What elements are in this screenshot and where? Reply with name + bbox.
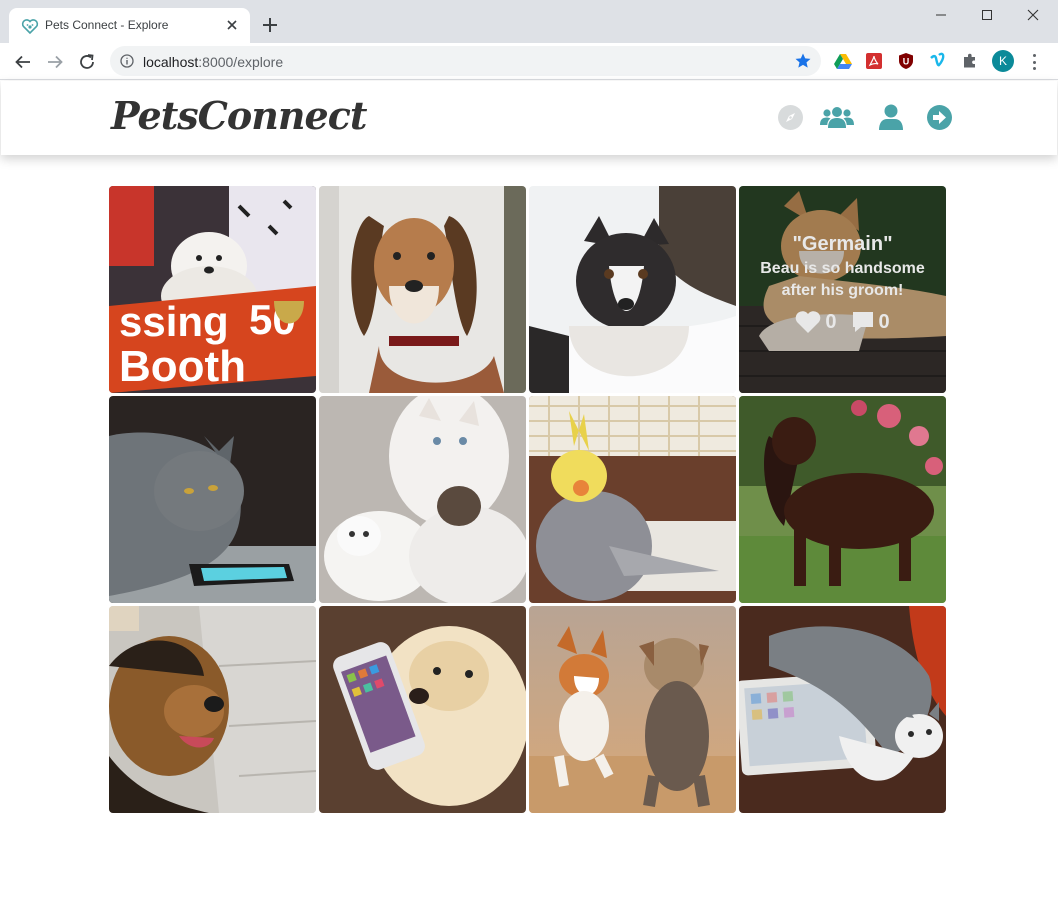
paw-heart-icon	[21, 19, 39, 35]
saluki-photo	[319, 186, 526, 393]
vimeo-extension-icon[interactable]	[928, 51, 948, 71]
post-tile[interactable]	[739, 396, 946, 603]
maximize-icon	[982, 10, 992, 20]
post-stats: 0 0	[795, 310, 890, 334]
extensions-puzzle-icon[interactable]	[960, 51, 980, 71]
url-text: localhost:8000/explore	[143, 54, 283, 70]
post-tile[interactable]	[319, 396, 526, 603]
url-host: localhost	[143, 54, 199, 70]
cats-with-kittens-photo	[319, 396, 526, 603]
post-pet-name: "Germain"	[792, 233, 893, 255]
grey-cat-photo	[109, 396, 316, 603]
husky-photo	[529, 186, 736, 393]
users-icon[interactable]	[820, 103, 854, 131]
browser-tab[interactable]: Pets Connect - Explore	[9, 8, 250, 43]
close-icon[interactable]	[224, 17, 240, 33]
post-tile[interactable]	[529, 396, 736, 603]
spaniel-photo	[739, 396, 946, 603]
bookmark-star-icon[interactable]	[794, 52, 812, 70]
cat-on-tablet-photo	[739, 606, 946, 813]
back-button[interactable]	[12, 51, 34, 73]
golden-retriever-photo	[319, 606, 526, 813]
likes-stat[interactable]: 0	[795, 310, 837, 334]
comments-count: 0	[878, 310, 890, 333]
comments-stat[interactable]: 0	[851, 310, 890, 334]
post-tile[interactable]	[109, 396, 316, 603]
forward-button[interactable]	[44, 51, 66, 73]
tab-title: Pets Connect - Explore	[45, 18, 169, 32]
explore-grid: ssing 50 Booth "Germain" Beau is so hand…	[109, 186, 946, 813]
compass-icon[interactable]	[776, 103, 804, 131]
corgi-and-yorkie-photo	[529, 606, 736, 813]
arrow-left-icon	[15, 55, 30, 69]
info-icon[interactable]	[120, 54, 134, 68]
browser-toolbar: localhost:8000/explore U K	[0, 43, 1058, 80]
site-header: PetsConnect	[1, 81, 1057, 155]
samoyed-photo: ssing 50 Booth	[109, 186, 316, 393]
window-close-icon	[1027, 9, 1039, 21]
cockatiel-photo	[529, 396, 736, 603]
reload-button[interactable]	[76, 51, 98, 73]
heart-icon	[796, 311, 821, 333]
arrow-right-icon	[48, 55, 63, 69]
site-logo[interactable]: PetsConnect	[111, 93, 367, 138]
maximize-button[interactable]	[964, 0, 1010, 30]
reload-icon	[80, 54, 94, 69]
address-bar[interactable]: localhost:8000/explore	[110, 46, 821, 76]
post-tile[interactable]	[739, 606, 946, 813]
ublock-extension-icon[interactable]: U	[896, 51, 916, 71]
url-path: :8000/explore	[198, 54, 284, 70]
browser-tab-strip: Pets Connect - Explore	[0, 0, 1058, 43]
minimize-button[interactable]	[918, 0, 964, 30]
post-tile[interactable]	[319, 186, 526, 393]
post-caption: Beau is so handsome after his groom!	[760, 260, 925, 299]
post-tile[interactable]	[319, 606, 526, 813]
post-tile-hovered[interactable]: "Germain" Beau is so handsome after his …	[739, 186, 946, 393]
svg-text:ssing: ssing	[119, 298, 229, 345]
post-tile[interactable]: ssing 50 Booth	[109, 186, 316, 393]
sign-out-icon[interactable]	[925, 103, 953, 131]
new-tab-plus-icon[interactable]	[260, 15, 280, 35]
likes-count: 0	[825, 310, 837, 333]
post-tile[interactable]	[529, 606, 736, 813]
svg-text:U: U	[903, 57, 910, 67]
user-icon[interactable]	[877, 103, 905, 131]
window-close-button[interactable]	[1010, 0, 1056, 30]
drive-extension-icon[interactable]	[833, 51, 853, 71]
pdf-extension-icon[interactable]	[864, 51, 884, 71]
post-hover-overlay: "Germain" Beau is so handsome after his …	[739, 186, 946, 393]
profile-avatar[interactable]: K	[992, 50, 1014, 72]
minimize-icon	[936, 14, 946, 16]
airedale-photo	[109, 606, 316, 813]
browser-menu-icon[interactable]	[1028, 52, 1040, 72]
post-tile[interactable]	[109, 606, 316, 813]
post-tile[interactable]	[529, 186, 736, 393]
svg-text:Booth: Booth	[119, 342, 246, 391]
comment-icon	[852, 312, 873, 332]
